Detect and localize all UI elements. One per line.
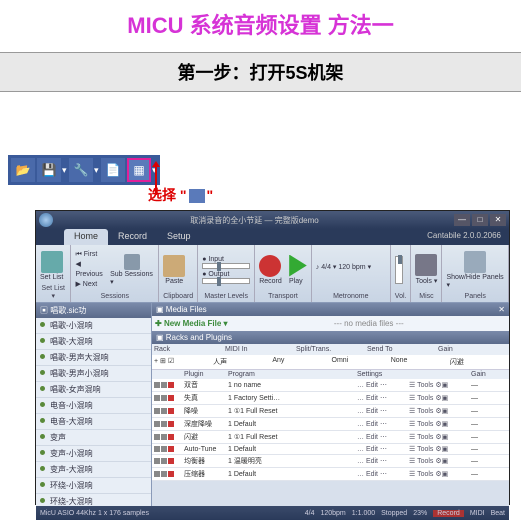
group-label: Metronome (316, 292, 386, 300)
paste-button[interactable]: Paste (163, 255, 185, 285)
session-item[interactable]: 变声 (36, 430, 151, 446)
select-label: 选择 "" (148, 185, 213, 205)
plugin-row[interactable]: 均衡器1 温暖明亮… Edit ⋯☰ Tools ⚙▣— (152, 455, 509, 468)
plugin-row[interactable]: 双音1 no name… Edit ⋯☰ Tools ⚙▣— (152, 379, 509, 392)
new-media-button[interactable]: ✚ New Media File ▾ (155, 319, 228, 328)
session-list-header: ▣ 唱歌.sic功 (36, 303, 151, 318)
tools-button[interactable]: Tools ▾ (415, 254, 437, 285)
session-item[interactable]: 唱歌-男声小混响 (36, 366, 151, 382)
app-orb-icon[interactable] (39, 213, 53, 227)
record-button[interactable]: Record (259, 255, 282, 285)
separator: ▾ (62, 158, 68, 182)
session-item[interactable]: 唱歌-女声混响 (36, 382, 151, 398)
plugin-row[interactable]: 深度降噪1 Default… Edit ⋯☰ Tools ⚙▣— (152, 418, 509, 431)
plugin-row[interactable]: 失真1 Factory Setti…… Edit ⋯☰ Tools ⚙▣— (152, 392, 509, 405)
ribbon-tabs: Home Record Setup Cantabile 2.0.0.2066 (36, 229, 509, 245)
maximize-button[interactable]: □ (472, 214, 488, 226)
tab-record[interactable]: Record (108, 229, 157, 245)
session-item[interactable]: 电音-小混响 (36, 398, 151, 414)
tab-home[interactable]: Home (64, 229, 108, 245)
session-item[interactable]: 变声-大混响 (36, 462, 151, 478)
tool-icon[interactable]: 🔧 (69, 158, 93, 182)
status-record[interactable]: Record (433, 510, 464, 517)
page-title: MICU 系统音频设置 方法一 (0, 0, 521, 48)
session-list-panel: ▣ 唱歌.sic功 唱歌-小混响唱歌-大混响唱歌-男声大混响唱歌-男声小混响唱歌… (36, 303, 152, 506)
session-item[interactable]: 唱歌-小混响 (36, 318, 151, 334)
rack-header: ▣ Racks and Plugins (152, 331, 509, 344)
media-toolbar: ✚ New Media File ▾ --- no media files --… (152, 316, 509, 331)
plugin-row[interactable]: 降噪1 ①1 Full Reset… Edit ⋯☰ Tools ⚙▣— (152, 405, 509, 418)
tab-setup[interactable]: Setup (157, 229, 201, 245)
quick-toolbar: 📂 💾 ▾ 🔧 ▾ 📄 ▦ ▾ (8, 155, 160, 185)
no-media-label: --- no media files --- (232, 319, 506, 328)
session-item[interactable]: 环绕-大混响 (36, 494, 151, 506)
titlebar: 取消录音的全小节延 — 完整版demo — □ ✕ (36, 211, 509, 229)
separator: ▾ (94, 158, 100, 182)
group-label: Transport (259, 292, 307, 300)
plugin-row[interactable]: 压缩器1 Default… Edit ⋯☰ Tools ⚙▣— (152, 468, 509, 481)
panels-button[interactable]: Show/Hide Panels ▾ (446, 251, 504, 289)
media-header: ▣ Media Files✕ (152, 303, 509, 316)
plugin-row[interactable]: Auto-Tune1 Default… Edit ⋯☰ Tools ⚙▣— (152, 444, 509, 455)
group-label: Vol. (395, 292, 407, 300)
setlist-button[interactable]: Set List (40, 251, 63, 281)
rack-columns: RackMIDI InSplit/Trans.Send ToGain (152, 344, 509, 355)
doc-icon[interactable]: 📄 (101, 158, 125, 182)
rack-icon-highlighted[interactable]: ▦ (127, 158, 151, 182)
session-item[interactable]: 唱歌-男声大混响 (36, 350, 151, 366)
folder-icon[interactable]: 📂 (11, 158, 35, 182)
session-item[interactable]: 环绕-小混响 (36, 478, 151, 494)
play-button[interactable]: Play (285, 255, 307, 285)
cantabile-window: 取消录音的全小节延 — 完整版demo — □ ✕ Home Record Se… (35, 210, 510, 505)
main-panel: ▣ Media Files✕ ✚ New Media File ▾ --- no… (152, 303, 509, 506)
minimize-button[interactable]: — (454, 214, 470, 226)
metronome-settings[interactable]: ♪ 4/4 ▾ 120 bpm ▾ (316, 263, 386, 276)
group-label: Sessions (75, 292, 154, 300)
save-icon[interactable]: 💾 (37, 158, 61, 182)
group-label: Misc (415, 292, 437, 300)
group-label: Clipboard (163, 292, 193, 300)
master-levels[interactable]: ● Input ● Output (202, 256, 250, 284)
group-label: Master Levels (202, 292, 250, 300)
step-label: 第一步：打开5S机架 (0, 52, 521, 92)
subsessions-button[interactable]: Sub Sessions ▾ (110, 254, 154, 286)
status-bar: MicU ASIO 44Khz 1 x 176 samples 4/4 120b… (36, 506, 509, 520)
group-label: Set List ▾ (40, 284, 66, 300)
rack-row[interactable]: + ⊞ ☑人声AnyOmniNone闪避 (152, 355, 509, 370)
session-nav[interactable]: ⏮ First◀ Previous▶ Next (75, 250, 107, 290)
volume-slider[interactable] (395, 256, 403, 284)
audio-driver-label: MicU ASIO 44Khz 1 x 176 samples (40, 510, 149, 517)
app-brand: Cantabile 2.0.0.2066 (419, 229, 509, 245)
rack-icon (189, 189, 205, 203)
ribbon: Set List Set List ▾ ⏮ First◀ Previous▶ N… (36, 245, 509, 303)
plugin-columns: PluginProgramSettingsGain (152, 370, 509, 379)
session-item[interactable]: 唱歌-大混响 (36, 334, 151, 350)
session-item[interactable]: 变声-小混响 (36, 446, 151, 462)
session-item[interactable]: 电音-大混响 (36, 414, 151, 430)
close-button[interactable]: ✕ (490, 214, 506, 226)
group-label: Panels (446, 292, 504, 300)
window-title: 取消录音的全小节延 — 完整版demo (57, 215, 452, 226)
plugin-row[interactable]: 闪避1 ①1 Full Reset… Edit ⋯☰ Tools ⚙▣— (152, 431, 509, 444)
